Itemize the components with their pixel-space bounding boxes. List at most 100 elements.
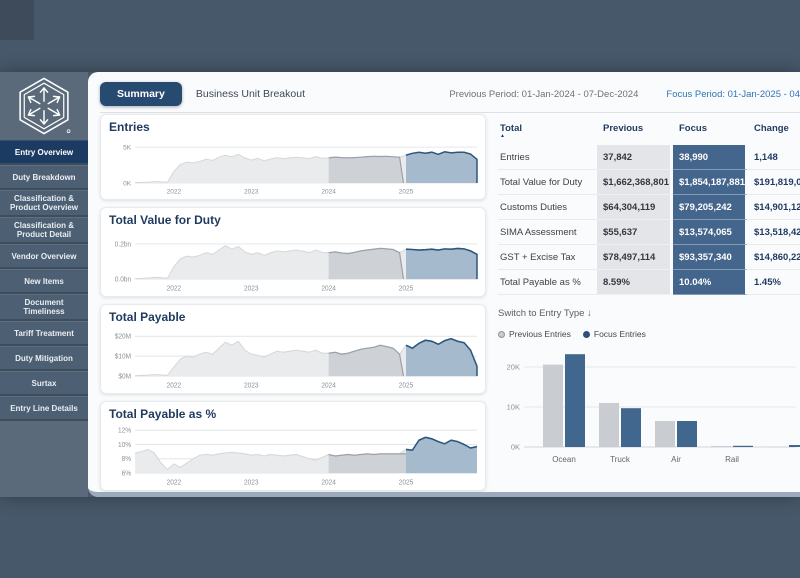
app-logo <box>0 72 88 140</box>
svg-text:2023: 2023 <box>244 285 259 292</box>
table-header-total[interactable]: Total▲ <box>498 121 597 145</box>
table-header-focus[interactable]: Focus <box>673 121 748 145</box>
svg-text:0K: 0K <box>123 180 132 187</box>
hexagon-arrows-logo-icon <box>14 76 74 136</box>
sidebar-item-classification-product-overview[interactable]: Classification & Product Overview <box>0 190 88 217</box>
svg-text:Ocean: Ocean <box>552 455 576 464</box>
svg-text:0.0bn: 0.0bn <box>115 276 132 283</box>
bar-focus[interactable] <box>733 446 753 447</box>
report-body: Entries 5K 0K 2022 2023 2024 2025 Total Value f… <box>100 113 800 497</box>
change-value: $14,901,123 <box>748 195 800 220</box>
dashboard: Entry OverviewDuty BreakdownClassificati… <box>0 72 800 497</box>
bar-focus[interactable] <box>621 408 641 447</box>
area-chart[interactable]: 5K0K2022202320242025 <box>109 135 481 197</box>
focus-period-label: Focus Period: 01-Jan-2025 - 04 <box>666 89 800 100</box>
chart-card-entries: Entries5K0K2022202320242025 <box>100 114 486 200</box>
bar-previous[interactable] <box>711 446 731 447</box>
change-value: $191,819,080 <box>748 170 800 195</box>
chart-title: Total Payable <box>109 310 481 324</box>
change-value: $13,518,428 <box>748 220 800 245</box>
svg-text:2024: 2024 <box>321 189 336 196</box>
bar-focus[interactable] <box>565 354 585 447</box>
previous-legend-dot-icon <box>498 331 505 338</box>
area-chart[interactable]: 0.2bn 0.0bn 2022 2023 2024 2025 <box>109 228 481 294</box>
sidebar-item-document-timeliness[interactable]: Document Timeliness <box>0 294 88 321</box>
svg-text:20K: 20K <box>507 363 520 372</box>
area-focus-period <box>406 248 477 279</box>
sidebar-item-tariff-treatment[interactable]: Tariff Treatment <box>0 321 88 346</box>
chart-card-total-payable: Total Payable$20M$10M$0M2022202320242025 <box>100 304 486 394</box>
svg-text:2022: 2022 <box>167 285 182 292</box>
sidebar-item-classification-product-detail[interactable]: Classification & Product Detail <box>0 217 88 244</box>
tab-summary[interactable]: Summary <box>100 82 182 106</box>
svg-text:$20M: $20M <box>115 334 132 341</box>
period-labels: Previous Period: 01-Jan-2024 - 07-Dec-20… <box>449 89 800 100</box>
row-label: GST + Excise Tax <box>498 245 597 270</box>
sidebar-item-duty-breakdown[interactable]: Duty Breakdown <box>0 165 88 190</box>
focus-value: $13,574,065 <box>673 220 748 245</box>
bar-chart-legend: Previous Entries Focus Entries <box>498 329 800 339</box>
svg-text:2022: 2022 <box>167 189 182 196</box>
bar-previous[interactable] <box>655 421 675 447</box>
change-value: $14,860,226 <box>748 245 800 270</box>
svg-text:2022: 2022 <box>167 382 182 389</box>
svg-text:2023: 2023 <box>244 382 259 389</box>
svg-text:2025: 2025 <box>399 479 414 486</box>
sidebar-item-duty-mitigation[interactable]: Duty Mitigation <box>0 346 88 371</box>
sidebar-item-new-items[interactable]: New Items <box>0 269 88 294</box>
previous-value: $1,662,368,801 <box>597 170 673 195</box>
chart-card-total-value-for-duty: Total Value for Duty0.2bn0.0bn2022202320… <box>100 207 486 297</box>
previous-period-label: Previous Period: 01-Jan-2024 - 07-Dec-20… <box>449 89 638 100</box>
area-previous-period <box>329 454 406 473</box>
area-focus-period <box>406 152 477 183</box>
row-label: Total Value for Duty <box>498 170 597 195</box>
sidebar-item-surtax[interactable]: Surtax <box>0 371 88 396</box>
svg-text:2025: 2025 <box>399 189 414 196</box>
svg-text:2024: 2024 <box>321 479 336 486</box>
bar-focus[interactable] <box>677 421 697 447</box>
area-chart[interactable]: $20M$10M$0M2022202320242025 <box>109 325 481 391</box>
previous-value: $64,304,119 <box>597 195 673 220</box>
focus-value: 38,990 <box>673 145 748 170</box>
legend-item-previous-entries[interactable]: Previous Entries <box>498 329 571 339</box>
svg-text:5K: 5K <box>123 144 132 151</box>
sidebar-item-entry-line-details[interactable]: Entry Line Details <box>0 396 88 421</box>
change-value: 1.45% <box>748 270 800 295</box>
svg-text:2024: 2024 <box>321 285 336 292</box>
bar-previous[interactable] <box>543 365 563 447</box>
chart-card-total-payable-as: Total Payable as %12%10%8%6%202220232024… <box>100 401 486 491</box>
previous-value: 8.59% <box>597 270 673 295</box>
svg-text:8%: 8% <box>122 456 131 463</box>
svg-text:6%: 6% <box>122 470 131 477</box>
row-label: Customs Duties <box>498 195 597 220</box>
sort-ascending-icon: ▲ <box>500 134 597 139</box>
tab-business-unit-breakout[interactable]: Business Unit Breakout <box>182 82 319 106</box>
main-panel: SummaryBusiness Unit Breakout Previous P… <box>88 72 800 497</box>
svg-text:2024: 2024 <box>321 382 336 389</box>
legend-item-focus-entries[interactable]: Focus Entries <box>583 329 646 339</box>
top-left-corner-block <box>0 0 34 40</box>
sidebar: Entry OverviewDuty BreakdownClassificati… <box>0 72 88 497</box>
report-header: SummaryBusiness Unit Breakout Previous P… <box>100 72 800 113</box>
svg-text:Truck: Truck <box>610 455 631 464</box>
svg-text:0.2bn: 0.2bn <box>115 241 132 248</box>
sidebar-item-entry-overview[interactable]: Entry Overview <box>0 140 88 165</box>
table-header-previous[interactable]: Previous <box>597 121 673 145</box>
focus-value: $93,357,340 <box>673 245 748 270</box>
area-chart[interactable]: 12%10%8%6%2022202320242025 <box>109 422 481 488</box>
entry-type-drill-toggle[interactable]: Switch to Entry Type ↓ <box>498 308 800 319</box>
kpi-table[interactable]: Total▲PreviousFocusChangeEntries37,84238… <box>498 121 800 295</box>
svg-text:2025: 2025 <box>399 285 414 292</box>
bar-focus[interactable] <box>789 445 800 447</box>
bar-previous[interactable] <box>767 447 787 448</box>
bar-previous[interactable] <box>599 403 619 447</box>
table-header-change[interactable]: Change <box>748 121 800 145</box>
row-label: SIMA Assessment <box>498 220 597 245</box>
svg-text:Air: Air <box>671 455 681 464</box>
previous-value: 37,842 <box>597 145 673 170</box>
entry-type-bar-chart[interactable]: 0K10K20KOceanTruckAirRail <box>498 343 800 473</box>
svg-text:2025: 2025 <box>399 382 414 389</box>
sidebar-item-vendor-overview[interactable]: Vendor Overview <box>0 244 88 269</box>
chart-title: Entries <box>109 120 481 134</box>
legend-label: Previous Entries <box>509 329 571 339</box>
